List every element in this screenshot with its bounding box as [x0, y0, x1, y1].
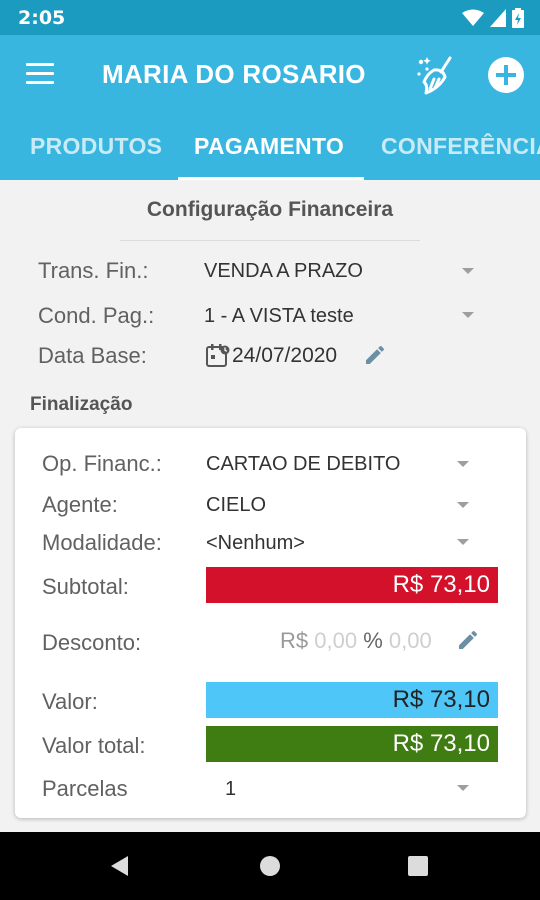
chevron-down-icon[interactable]: [457, 502, 469, 508]
back-icon[interactable]: [108, 854, 132, 878]
subtotal-value: R$ 73,10: [206, 567, 498, 603]
wifi-icon: [462, 9, 484, 26]
tab-produtos[interactable]: PRODUTOS: [30, 133, 162, 160]
op-financ-select[interactable]: CARTAO DE DEBITO: [206, 453, 400, 476]
tab-pagamento[interactable]: PAGAMENTO: [194, 133, 344, 160]
desconto-percent[interactable]: 0,00: [389, 628, 432, 653]
calendar-icon[interactable]: [206, 343, 230, 369]
trans-fin-label: Trans. Fin.:: [38, 258, 149, 283]
data-base-value[interactable]: 24/07/2020: [232, 344, 337, 368]
desconto-currency: R$: [280, 628, 309, 653]
add-circle-icon[interactable]: [488, 57, 524, 93]
navigation-bar: [0, 832, 540, 900]
valor-value: R$ 73,10: [206, 682, 498, 718]
valor-total-label: Valor total:: [42, 733, 146, 758]
chevron-down-icon[interactable]: [462, 312, 474, 318]
subtotal-label: Subtotal:: [42, 574, 129, 599]
parcelas-select[interactable]: 1: [225, 778, 236, 801]
cond-pag-label: Cond. Pag.:: [38, 303, 155, 328]
pencil-icon[interactable]: [363, 343, 387, 367]
desconto-field[interactable]: R$ 0,00 % 0,00: [280, 628, 432, 654]
status-time: 2:05: [18, 7, 66, 29]
data-base-label: Data Base:: [38, 343, 147, 368]
recents-icon[interactable]: [407, 855, 429, 877]
section-title-config: Configuração Financeira: [146, 198, 394, 221]
divider: [120, 240, 420, 241]
desconto-percent-sign: %: [363, 628, 383, 653]
desconto-amount[interactable]: 0,00: [314, 628, 357, 653]
signal-icon: [490, 9, 506, 27]
desconto-label: Desconto:: [42, 630, 142, 655]
pencil-icon[interactable]: [456, 628, 480, 652]
tab-bar: PRODUTOS PAGAMENTO CONFERÊNCIA: [0, 128, 540, 180]
section-title-finalizacao: Finalização: [30, 394, 133, 415]
chevron-down-icon[interactable]: [457, 785, 469, 791]
parcelas-label: Parcelas: [42, 776, 128, 801]
battery-icon: [512, 8, 524, 28]
modalidade-select[interactable]: <Nenhum>: [206, 532, 305, 555]
home-icon[interactable]: [258, 854, 282, 878]
app-bar: MARIA DO ROSARIO PRODUTOS PAGAMENTO CONF…: [0, 35, 540, 180]
chevron-down-icon[interactable]: [457, 461, 469, 467]
broom-icon[interactable]: [414, 53, 458, 97]
chevron-down-icon[interactable]: [462, 268, 474, 274]
tab-conferencia[interactable]: CONFERÊNCIA: [381, 133, 540, 160]
status-bar: 2:05: [0, 0, 540, 35]
op-financ-label: Op. Financ.:: [42, 451, 162, 476]
agente-select[interactable]: CIELO: [206, 494, 266, 517]
modalidade-label: Modalidade:: [42, 530, 162, 555]
valor-total-value: R$ 73,10: [206, 726, 498, 762]
active-tab-indicator: [178, 177, 364, 180]
chevron-down-icon[interactable]: [457, 539, 469, 545]
agente-label: Agente:: [42, 492, 118, 517]
menu-icon[interactable]: [26, 63, 54, 85]
app-title: MARIA DO ROSARIO: [102, 59, 366, 89]
trans-fin-select[interactable]: VENDA A PRAZO: [204, 260, 363, 283]
status-icons: [462, 8, 524, 28]
valor-label: Valor:: [42, 689, 98, 714]
cond-pag-select[interactable]: 1 - A VISTA teste: [204, 305, 354, 328]
